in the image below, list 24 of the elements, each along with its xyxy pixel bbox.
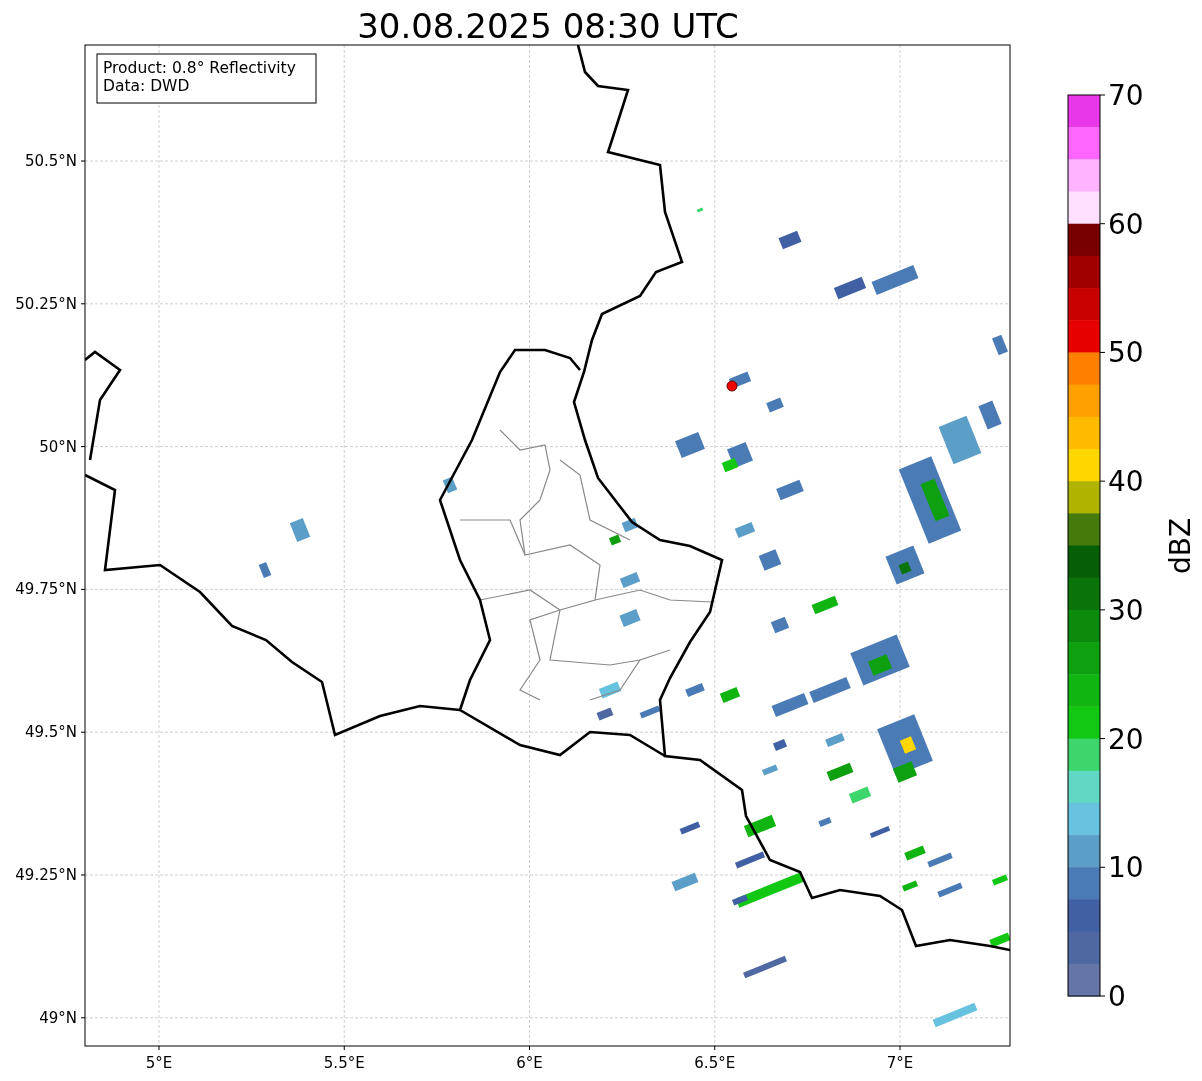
latitude-label: 49.75°N <box>15 580 77 599</box>
latitude-label: 49.5°N <box>24 723 77 742</box>
colorbar-tick-label: 40 <box>1108 465 1144 499</box>
latitude-label: 49°N <box>39 1008 77 1027</box>
colorbar-tick-label: 50 <box>1108 336 1144 370</box>
longitude-label: 5°E <box>145 1054 173 1072</box>
chart-title: 30.08.2025 08:30 UTC <box>357 6 739 46</box>
colorbar-tick-label: 60 <box>1108 207 1144 241</box>
longitude-label: 6.5°E <box>694 1054 736 1072</box>
latitude-label: 50.25°N <box>15 294 77 313</box>
latitude-label: 49.25°N <box>15 866 77 884</box>
colorbar-tick-label: 0 <box>1108 980 1126 1013</box>
colorbar-tick-label: 70 <box>1108 79 1144 112</box>
latitude-label: 50.5°N <box>24 152 77 170</box>
info-box: Product: 0.8° Reflectivity Data: DWD <box>96 53 317 104</box>
colorbar-tick-label: 20 <box>1108 722 1144 756</box>
longitude-label: 7°E <box>886 1054 914 1072</box>
longitude-label: 6°E <box>516 1054 543 1072</box>
latitude-label: 50°N <box>39 437 77 456</box>
colorbar-label: dBZ <box>1164 517 1197 575</box>
radar-site-marker <box>726 380 738 392</box>
colorbar-tick-label: 10 <box>1108 851 1144 885</box>
longitude-label: 5.5°E <box>323 1054 365 1072</box>
colorbar-tick-label: 30 <box>1108 593 1144 627</box>
